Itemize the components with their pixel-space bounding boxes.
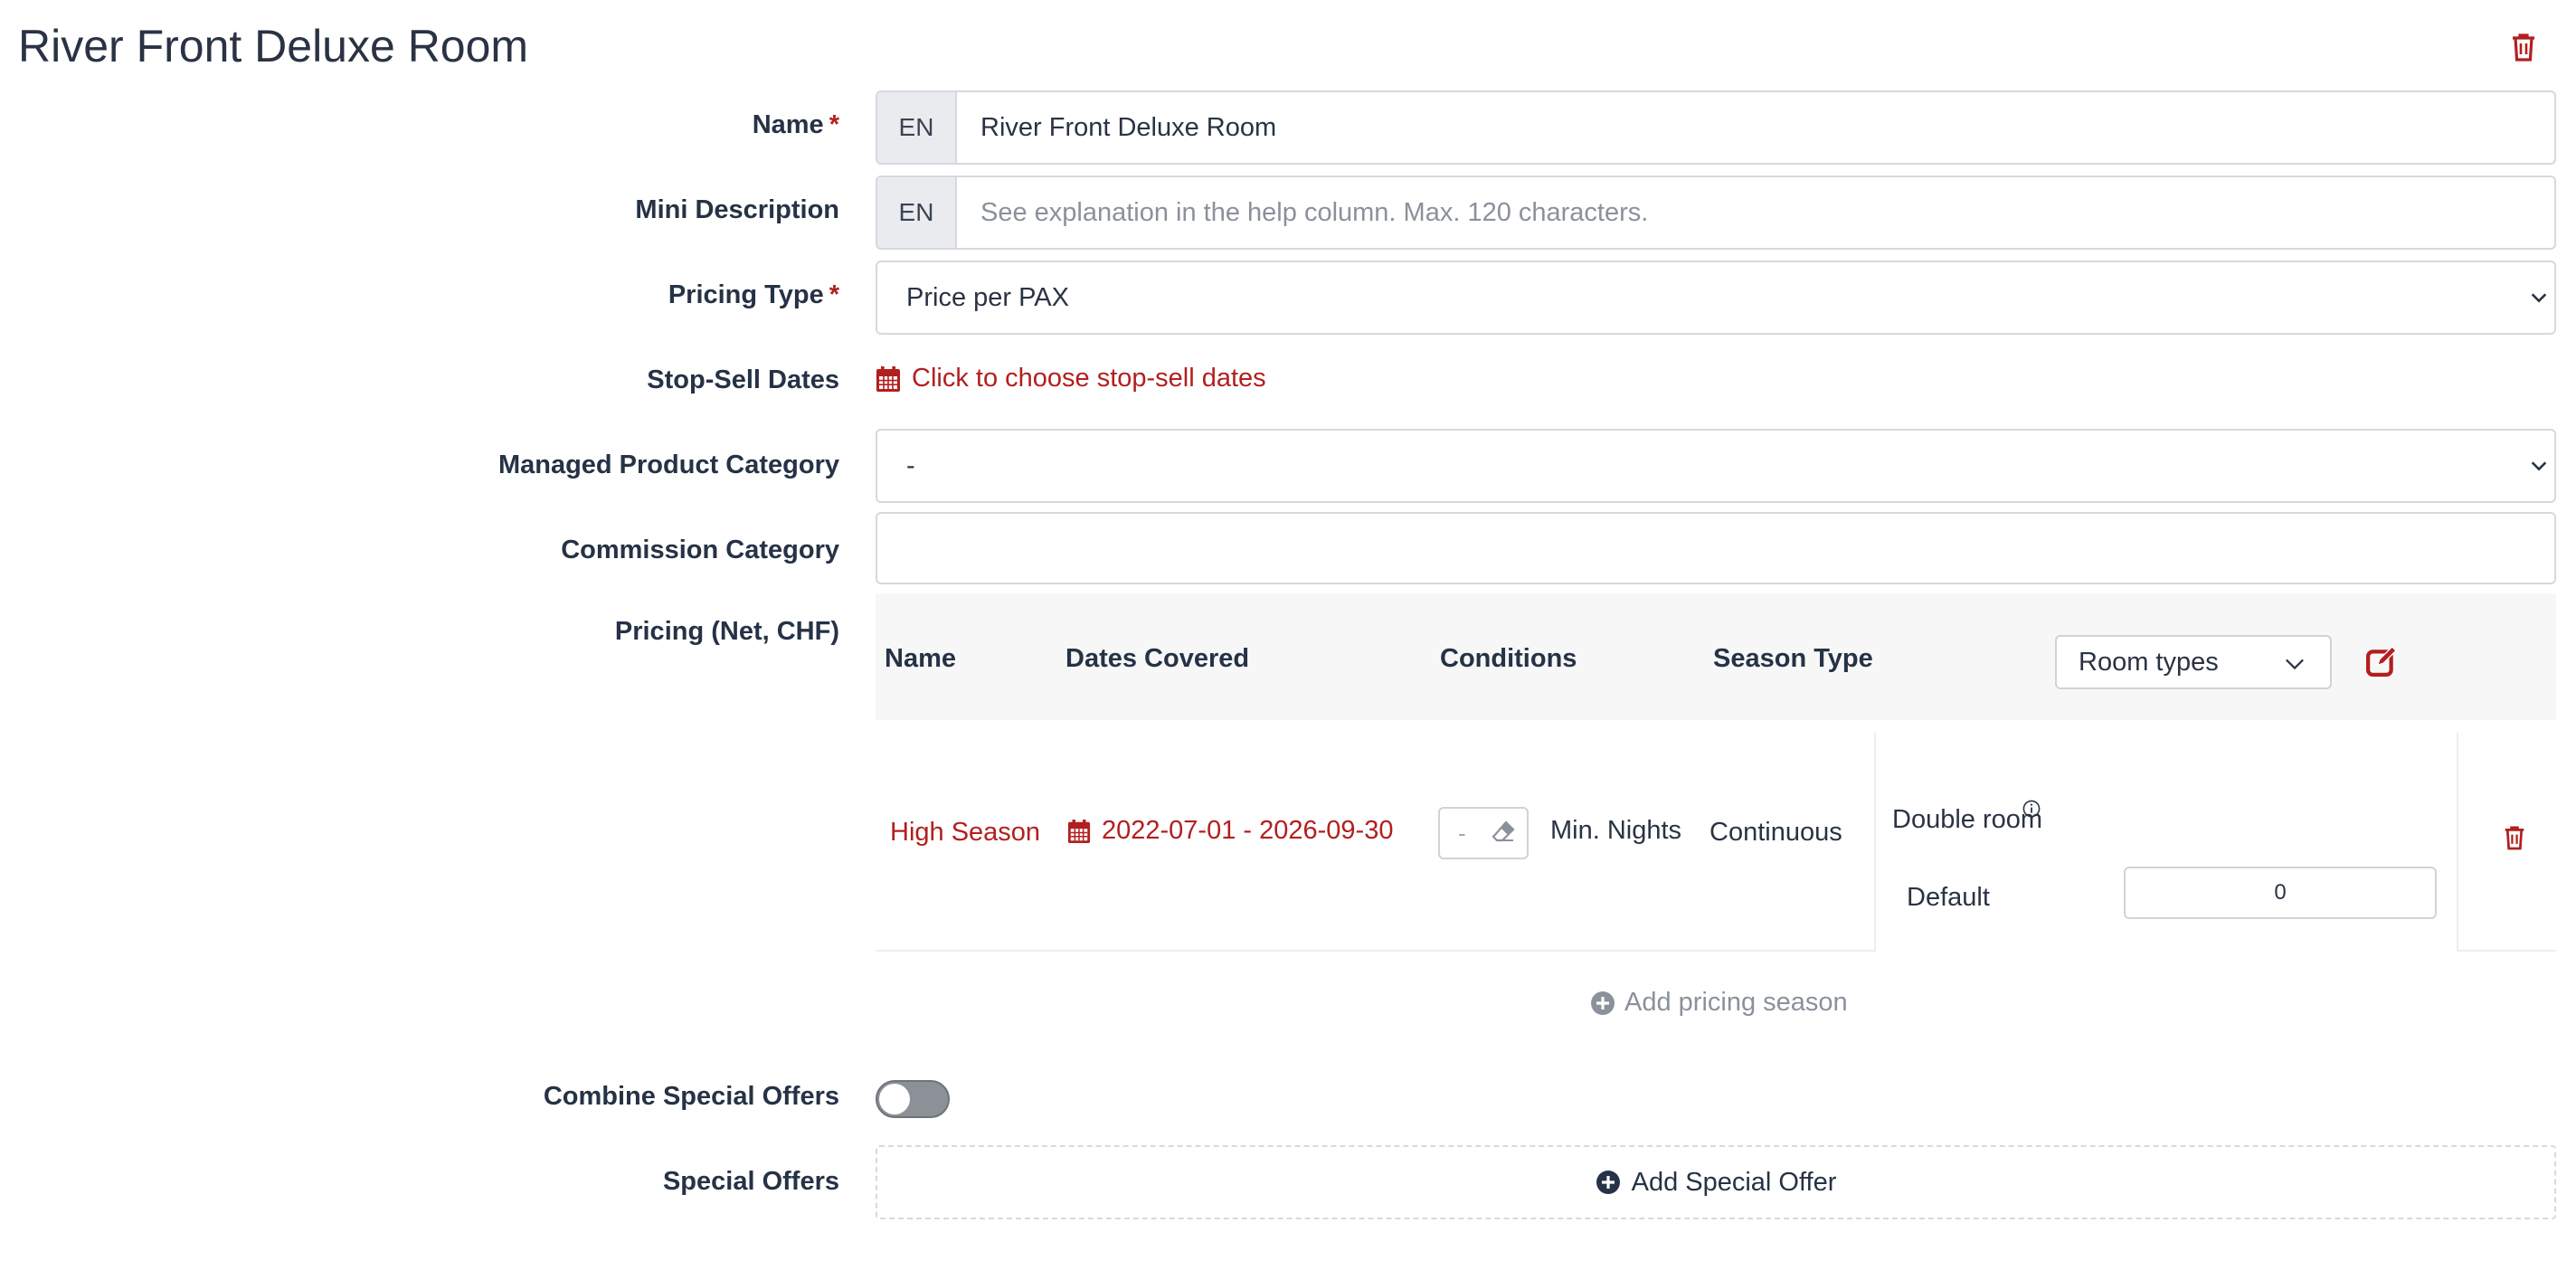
mini-description-field[interactable]: EN See explanation in the help column. M… xyxy=(876,175,2556,250)
calendar-icon xyxy=(876,365,900,392)
add-pricing-season-label: Add pricing season xyxy=(1624,988,1848,1017)
trash-icon[interactable] xyxy=(2504,825,2525,850)
pricing-table-header: Name Dates Covered Conditions Season Typ… xyxy=(876,593,2556,720)
column-header-conditions: Conditions xyxy=(1440,644,1577,673)
info-icon[interactable] xyxy=(2022,800,2041,818)
special-offers-label: Special Offers xyxy=(662,1167,839,1196)
combine-special-offers-toggle[interactable] xyxy=(876,1080,950,1118)
combine-special-offers-label: Combine Special Offers xyxy=(543,1082,839,1111)
rate-input[interactable]: 0 xyxy=(2124,867,2437,919)
managed-product-category-label: Managed Product Category xyxy=(497,450,839,479)
column-header-season-type: Season Type xyxy=(1713,644,1873,673)
season-type-value: Continuous xyxy=(1709,818,1842,847)
min-nights-input[interactable]: - xyxy=(1438,807,1529,859)
min-nights-value: - xyxy=(1458,820,1466,847)
add-special-offer-button[interactable]: Add Special Offer xyxy=(876,1145,2556,1219)
table-row: High Season 2022-07-01 - 2026-09-30 - Mi… xyxy=(876,720,2556,952)
room-type-name: Double room xyxy=(1892,805,2043,834)
add-pricing-season-button[interactable]: Add pricing season xyxy=(1590,988,1848,1018)
managed-product-category-select[interactable]: - xyxy=(876,429,2556,503)
plus-circle-icon xyxy=(1596,1171,1620,1194)
edit-icon[interactable] xyxy=(2366,646,2397,677)
eraser-icon[interactable] xyxy=(1491,820,1516,845)
season-dates-text: 2022-07-01 - 2026-09-30 xyxy=(1102,816,1394,845)
season-dates-link[interactable]: 2022-07-01 - 2026-09-30 xyxy=(1067,816,1393,846)
name-field[interactable]: EN River Front Deluxe Room xyxy=(876,90,2556,165)
min-nights-label: Min. Nights xyxy=(1550,816,1682,845)
name-label: Name * xyxy=(752,110,839,139)
page-title: River Front Deluxe Room xyxy=(18,21,529,71)
plus-circle-icon xyxy=(1591,991,1615,1015)
commission-category-label: Commission Category xyxy=(561,536,839,564)
mini-description-label: Mini Description xyxy=(635,195,839,224)
column-header-name: Name xyxy=(885,644,956,673)
column-header-dates: Dates Covered xyxy=(1065,644,1250,673)
pricing-type-value: Price per PAX xyxy=(906,282,1069,312)
language-badge: EN xyxy=(877,177,957,248)
stop-sell-link[interactable]: Click to choose stop-sell dates xyxy=(876,364,1266,393)
commission-category-input[interactable] xyxy=(876,512,2556,584)
pricing-type-select[interactable]: Price per PAX xyxy=(876,261,2556,335)
room-types-value: Room types xyxy=(2079,647,2219,677)
stop-sell-link-text: Click to choose stop-sell dates xyxy=(912,364,1266,393)
chevron-down-icon xyxy=(2531,293,2547,303)
season-name-link[interactable]: High Season xyxy=(890,818,1040,848)
trash-icon[interactable] xyxy=(2511,33,2536,62)
room-rate-panel: Double room Default 0 xyxy=(1874,733,2458,952)
chevron-down-icon xyxy=(2286,659,2304,670)
pricing-type-label: Pricing Type * xyxy=(668,280,839,309)
toggle-knob xyxy=(879,1084,910,1114)
managed-product-category-value: - xyxy=(906,450,915,480)
mini-description-input[interactable]: See explanation in the help column. Max.… xyxy=(980,177,1648,248)
add-special-offer-label: Add Special Offer xyxy=(1631,1167,1837,1197)
stop-sell-label: Stop-Sell Dates xyxy=(647,365,839,394)
language-badge: EN xyxy=(877,92,957,163)
pricing-label: Pricing (Net, CHF) xyxy=(614,617,839,646)
room-types-select[interactable]: Room types xyxy=(2055,635,2332,689)
rate-label: Default xyxy=(1907,883,1990,912)
name-input[interactable]: River Front Deluxe Room xyxy=(980,92,1276,163)
chevron-down-icon xyxy=(2531,461,2547,471)
calendar-icon xyxy=(1067,819,1091,843)
